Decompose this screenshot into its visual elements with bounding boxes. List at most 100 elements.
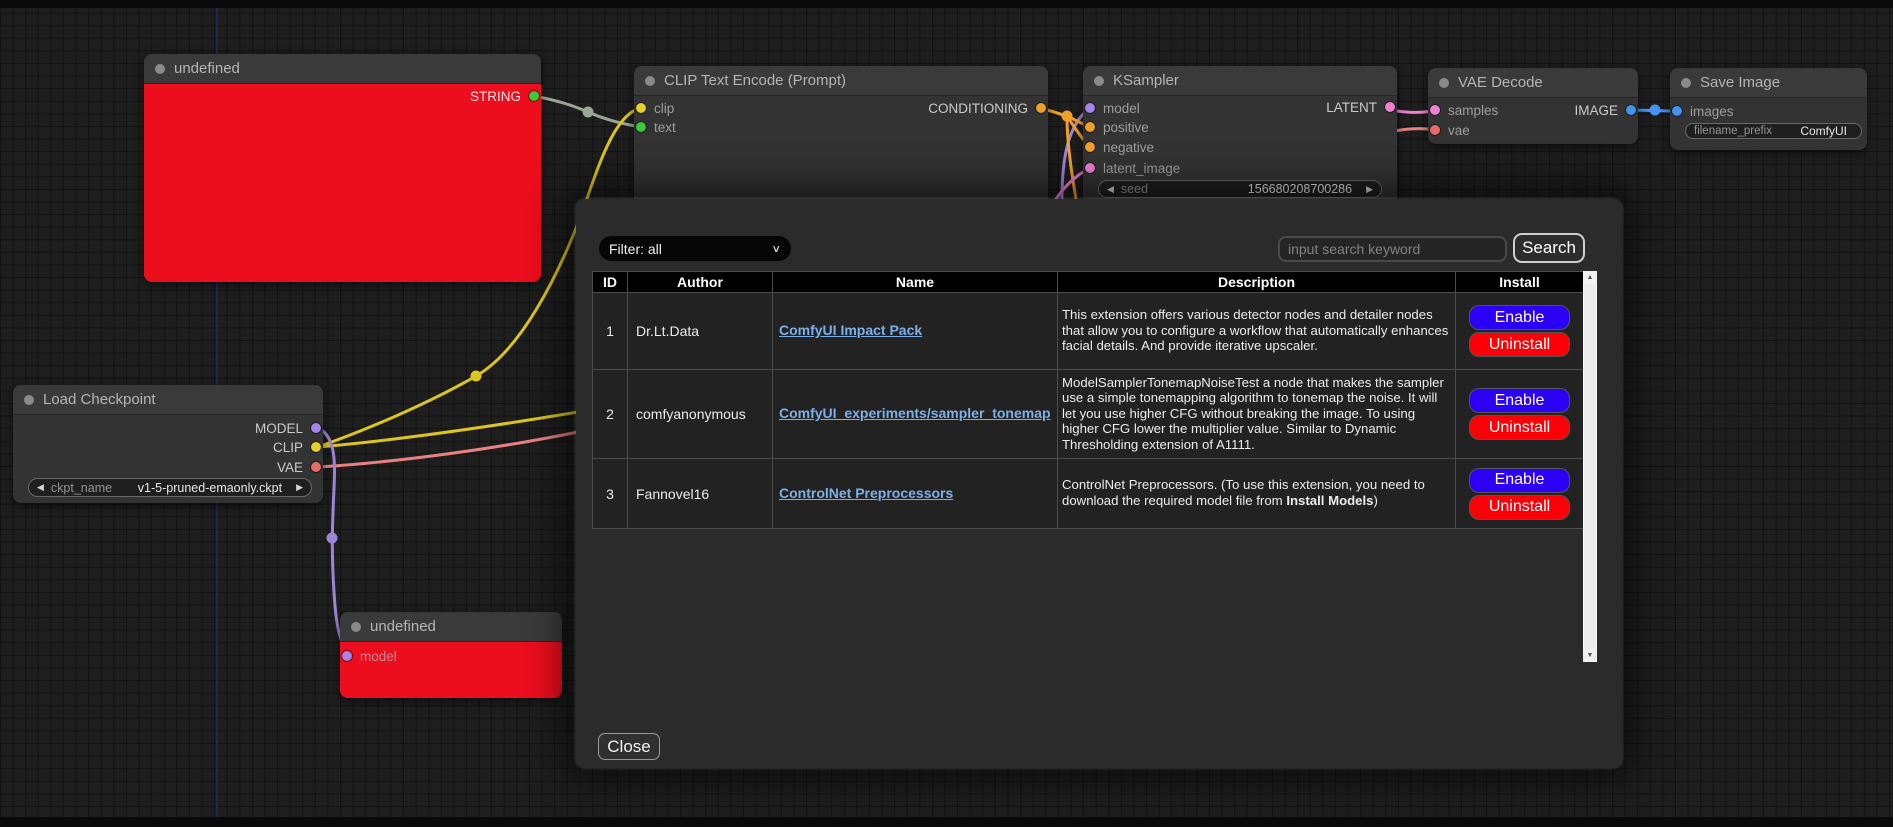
reroute-dot-conditioning[interactable] — [1062, 111, 1073, 122]
cell-author: Dr.Lt.Data — [628, 293, 773, 370]
increment-arrow-icon[interactable]: ▶ — [296, 482, 303, 493]
enable-button[interactable]: Enable — [1469, 388, 1570, 413]
string-port-icon[interactable] — [636, 122, 646, 132]
increment-arrow-icon[interactable]: ▶ — [1366, 184, 1373, 195]
node-collapse-dot-icon[interactable] — [1094, 76, 1104, 86]
extension-link[interactable]: ComfyUI Impact Pack — [779, 322, 922, 338]
enable-button[interactable]: Enable — [1469, 305, 1570, 330]
node-save-image[interactable]: Save Image images filename_prefix ComfyU… — [1670, 68, 1867, 150]
conditioning-port-icon[interactable] — [1085, 122, 1095, 132]
input-slot-images[interactable]: images — [1672, 101, 1734, 121]
reroute-dot-image[interactable] — [1650, 105, 1661, 116]
table-row: 1 Dr.Lt.Data ComfyUI Impact Pack This ex… — [593, 293, 1584, 370]
node-load-checkpoint[interactable]: Load Checkpoint MODEL CLIP VAE ◀ ckpt_na… — [13, 385, 323, 503]
vae-port-icon[interactable] — [1430, 125, 1440, 135]
output-slot-conditioning[interactable]: CONDITIONING — [928, 98, 1046, 118]
node-collapse-dot-icon[interactable] — [1439, 78, 1449, 88]
output-slot-latent[interactable]: LATENT — [1326, 97, 1395, 117]
node-vae-decode[interactable]: VAE Decode samples vae IMAGE — [1428, 68, 1638, 144]
search-button[interactable]: Search — [1513, 233, 1585, 263]
input-slot-clip[interactable]: clip — [636, 98, 674, 118]
filter-select[interactable]: Filter: all ∨ — [599, 236, 791, 261]
clip-port-icon[interactable] — [636, 103, 646, 113]
output-slot-model[interactable]: MODEL — [255, 418, 321, 438]
model-port-icon[interactable] — [342, 651, 352, 661]
scrollbar-thumb[interactable] — [1584, 284, 1596, 649]
scroll-up-icon[interactable]: ▲ — [1583, 271, 1597, 284]
node-undefined-top[interactable]: undefined STRING — [144, 54, 541, 282]
output-slot-string[interactable]: STRING — [470, 86, 539, 106]
node-clip-text-encode[interactable]: CLIP Text Encode (Prompt) clip text COND… — [634, 66, 1048, 206]
uninstall-button[interactable]: Uninstall — [1469, 332, 1570, 357]
output-slot-vae[interactable]: VAE — [277, 457, 321, 477]
node-collapse-dot-icon[interactable] — [351, 622, 361, 632]
input-slot-latent-image[interactable]: latent_image — [1085, 158, 1180, 178]
slot-label: images — [1690, 104, 1734, 119]
extension-link[interactable]: ControlNet Preprocessors — [779, 485, 953, 501]
cell-install: Enable Uninstall — [1456, 459, 1584, 529]
image-port-icon[interactable] — [1626, 105, 1636, 115]
widget-label: seed — [1121, 182, 1148, 196]
widget-label: ckpt_name — [51, 481, 112, 495]
cell-description: ModelSamplerTonemapNoiseTest a node that… — [1058, 370, 1456, 459]
filter-selected-value: Filter: all — [609, 241, 662, 257]
output-slot-image[interactable]: IMAGE — [1574, 100, 1636, 120]
node-collapse-dot-icon[interactable] — [1681, 78, 1691, 88]
latent-port-icon[interactable] — [1085, 163, 1095, 173]
uninstall-button[interactable]: Uninstall — [1469, 415, 1570, 440]
input-slot-text[interactable]: text — [636, 117, 676, 137]
input-slot-vae[interactable]: vae — [1430, 120, 1470, 140]
seed-widget[interactable]: ◀ seed 156680208700286 ▶ — [1098, 180, 1382, 198]
clip-port-icon[interactable] — [311, 442, 321, 452]
output-slot-clip[interactable]: CLIP — [273, 437, 321, 457]
vae-port-icon[interactable] — [311, 462, 321, 472]
node-ksampler[interactable]: KSampler model positive negative latent_… — [1083, 66, 1397, 206]
uninstall-button[interactable]: Uninstall — [1469, 495, 1570, 520]
enable-button[interactable]: Enable — [1469, 468, 1570, 493]
widget-value: ComfyUI — [1800, 124, 1853, 138]
input-slot-model[interactable]: model — [342, 646, 397, 666]
conditioning-port-icon[interactable] — [1036, 103, 1046, 113]
reroute-dot-string[interactable] — [583, 107, 594, 118]
node-title-bar: VAE Decode — [1428, 68, 1638, 98]
node-title: CLIP Text Encode (Prompt) — [664, 72, 846, 89]
cell-description: This extension offers various detector n… — [1058, 293, 1456, 370]
decrement-arrow-icon[interactable]: ◀ — [1107, 184, 1114, 195]
latent-port-icon[interactable] — [1430, 105, 1440, 115]
model-port-icon[interactable] — [1085, 103, 1095, 113]
node-title: undefined — [174, 60, 240, 77]
ckpt-name-widget[interactable]: ◀ ckpt_name v1-5-pruned-emaonly.ckpt ▶ — [28, 478, 312, 497]
input-slot-negative[interactable]: negative — [1085, 137, 1154, 157]
reroute-dot-clip[interactable] — [471, 371, 482, 382]
node-collapse-dot-icon[interactable] — [155, 64, 165, 74]
header-author: Author — [628, 272, 773, 293]
string-port-icon[interactable] — [529, 91, 539, 101]
model-port-icon[interactable] — [311, 423, 321, 433]
filename-prefix-widget[interactable]: filename_prefix ComfyUI — [1685, 123, 1862, 139]
description-bold: Install Models — [1286, 493, 1373, 508]
conditioning-port-icon[interactable] — [1085, 142, 1095, 152]
comfyui-canvas[interactable]: undefined STRING CLIP Text Encode (Promp… — [0, 0, 1893, 827]
description-text: This extension offers various detector n… — [1062, 307, 1448, 353]
input-slot-positive[interactable]: positive — [1085, 117, 1149, 137]
node-undefined-bottom[interactable]: undefined model — [340, 612, 562, 698]
node-title-bar: KSampler — [1083, 66, 1397, 96]
decrement-arrow-icon[interactable]: ◀ — [37, 482, 44, 493]
table-row: 3 Fannovel16 ControlNet Preprocessors Co… — [593, 459, 1584, 529]
slot-label: model — [1103, 101, 1140, 116]
scroll-down-icon[interactable]: ▼ — [1583, 649, 1597, 662]
table-scrollbar[interactable]: ▲ ▼ — [1583, 271, 1597, 662]
close-button[interactable]: Close — [598, 733, 660, 760]
input-slot-samples[interactable]: samples — [1430, 100, 1498, 120]
reroute-dot-model[interactable] — [327, 533, 338, 544]
slot-label: text — [654, 120, 676, 135]
input-slot-model[interactable]: model — [1085, 98, 1140, 118]
slot-label: STRING — [470, 89, 521, 104]
node-title: Save Image — [1700, 74, 1780, 91]
node-collapse-dot-icon[interactable] — [645, 76, 655, 86]
latent-port-icon[interactable] — [1385, 102, 1395, 112]
image-port-icon[interactable] — [1672, 106, 1682, 116]
node-collapse-dot-icon[interactable] — [24, 395, 34, 405]
search-input[interactable] — [1278, 236, 1507, 262]
extension-link[interactable]: ComfyUI_experiments/sampler_tonemap — [779, 405, 1051, 421]
